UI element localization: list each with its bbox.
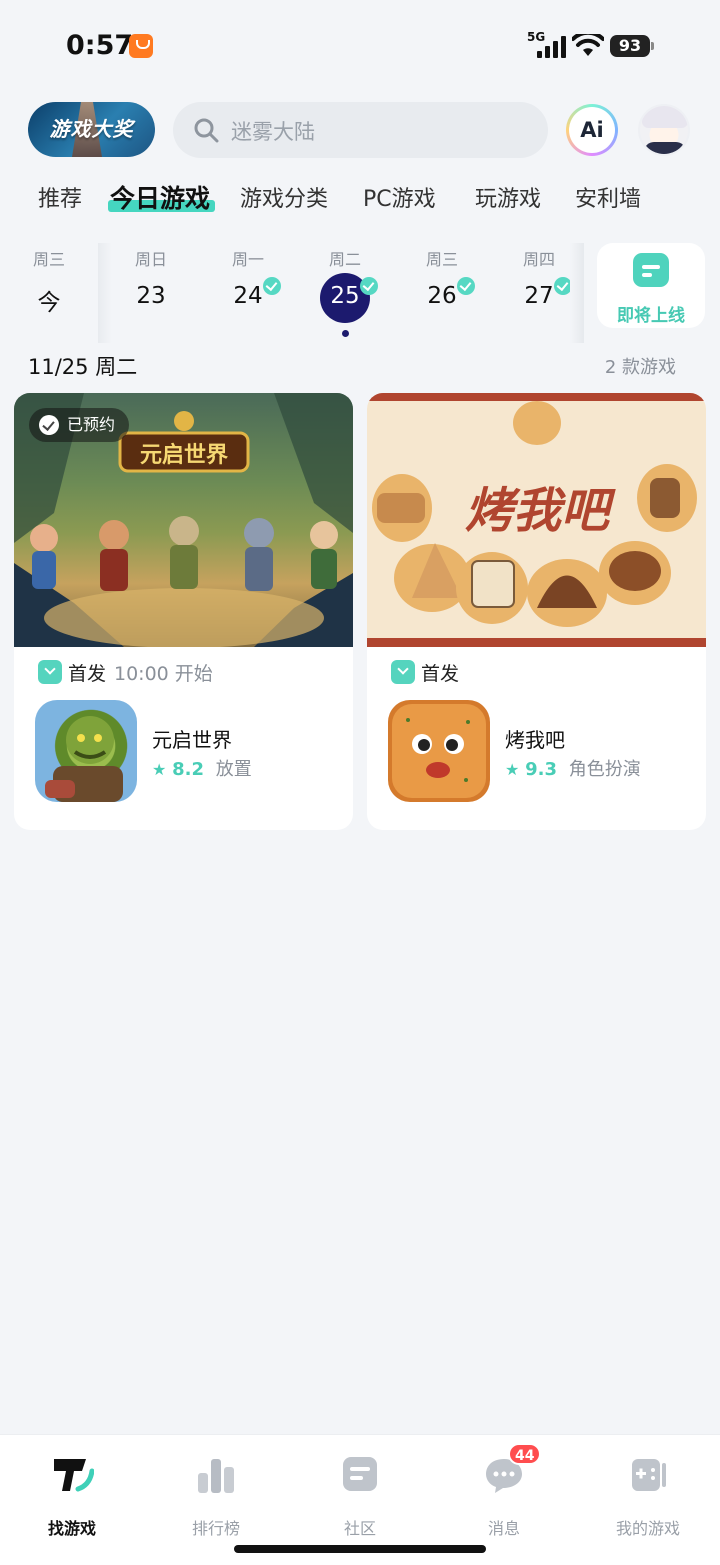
calendar-day-25[interactable]: 周二 25 [305, 243, 385, 343]
calendar-weekday: 周三 [32, 250, 65, 269]
unread-badge: 44 [508, 1443, 542, 1465]
banner-game-title: 元启世界 [139, 443, 228, 468]
check-icon [457, 277, 475, 295]
search-placeholder: 迷雾大陆 [231, 120, 315, 144]
game-icon[interactable] [388, 700, 490, 802]
tab-today-games[interactable]: 今日游戏 [110, 179, 210, 215]
selected-date-heading: 11/25 周二 [28, 355, 138, 379]
game-awards-banner[interactable]: 游戏大奖 [28, 102, 155, 157]
game-icon[interactable] [35, 700, 137, 802]
tab-pc-games[interactable]: PC游戏 [363, 181, 436, 213]
star-icon: ★ [505, 760, 520, 779]
selected-dot-indicator [342, 330, 349, 337]
calendar-weekday: 周四 [522, 250, 555, 269]
game-name[interactable]: 元启世界 [152, 724, 232, 753]
first-release-label: 首发 [421, 663, 460, 685]
my-games-icon [632, 1459, 666, 1491]
game-rating: ★ 9.3 角色扮演 [505, 755, 641, 781]
search-icon [194, 118, 219, 143]
first-release-label: 首发 [68, 663, 107, 685]
upcoming-releases-button[interactable]: 即将上线 [597, 243, 705, 328]
reserved-badge: 已预约 [29, 408, 130, 442]
banner-game-title: 烤我吧 [464, 483, 609, 539]
signal-icon [537, 36, 567, 58]
ai-assistant-button[interactable]: Ai [566, 104, 618, 156]
game-genre: 放置 [215, 759, 252, 780]
tab-recommendation-wall[interactable]: 安利墙 [575, 181, 641, 213]
game-banner-image[interactable]: 烤我吧 [367, 393, 706, 647]
rating-value: 8.2 [172, 759, 204, 780]
calendar-day-23[interactable]: 周日 23 [111, 243, 191, 343]
download-icon [391, 660, 415, 684]
calendar-divider [98, 243, 112, 343]
community-icon [343, 1457, 377, 1491]
wifi-icon [572, 34, 604, 56]
calendar-day-today: 周三 今 [9, 243, 89, 343]
calendar-day-27[interactable]: 周四 27 [499, 243, 579, 343]
calendar-weekday: 周一 [231, 250, 264, 269]
ranking-icon [198, 1459, 234, 1493]
game-genre: 角色扮演 [568, 759, 641, 780]
find-games-icon [54, 1459, 94, 1492]
game-count: 2 款游戏 [604, 357, 676, 378]
nav-ranking[interactable]: 排行榜 [144, 1445, 288, 1538]
calendar-weekday: 周三 [425, 250, 458, 269]
game-banner-image[interactable]: 已预约 元启世界 [14, 393, 353, 647]
calendar-day-26[interactable]: 周三 26 [402, 243, 482, 343]
calendar-day-24[interactable]: 周一 24 [208, 243, 288, 343]
ai-label: Ai [569, 107, 615, 153]
status-bar: 0:57 5G 93 [0, 0, 720, 92]
tab-recommended[interactable]: 推荐 [38, 181, 82, 213]
category-tabs: 推荐 今日游戏 游戏分类 PC游戏 玩游戏 安利墙 [0, 181, 720, 221]
nav-label: 找游戏 [47, 1519, 96, 1538]
cracker-face-icon [392, 704, 486, 798]
game-awards-label: 游戏大奖 [49, 117, 134, 141]
game-card[interactable]: 烤我吧 首发 烤我吧 ★ 9.3 角色扮演 [367, 393, 706, 830]
tab-play-games[interactable]: 玩游戏 [475, 181, 541, 213]
nav-label: 排行榜 [191, 1519, 240, 1538]
heart-check-icon [39, 415, 59, 435]
calendar-today[interactable]: 周三 今 [0, 243, 98, 343]
battery-indicator: 93 [610, 35, 654, 57]
star-icon: ★ [152, 760, 167, 779]
shopping-app-notification-icon [129, 34, 153, 58]
home-indicator[interactable] [234, 1545, 486, 1553]
nav-label: 社区 [343, 1519, 376, 1538]
calendar-weekday: 周二 [328, 250, 361, 269]
check-icon [263, 277, 281, 295]
game-name[interactable]: 烤我吧 [505, 724, 565, 753]
calendar-date: 23 [136, 283, 166, 309]
upcoming-label: 即将上线 [617, 306, 685, 326]
nav-my-games[interactable]: 我的游戏 [576, 1445, 720, 1538]
release-time: 10:00 开始 [114, 663, 213, 685]
reserved-label: 已预约 [67, 415, 116, 434]
clock: 0:57 [66, 30, 134, 61]
nav-label: 消息 [487, 1519, 520, 1538]
user-avatar[interactable] [638, 104, 690, 156]
download-icon [38, 660, 62, 684]
calendar-weekday: 周日 [134, 250, 167, 269]
calendar-icon [633, 253, 669, 287]
tab-game-categories[interactable]: 游戏分类 [240, 181, 328, 213]
game-card[interactable]: 已预约 元启世界 首发 10:00 开始 元启世界 ★ 8.2 放置 [14, 393, 353, 830]
nav-messages[interactable]: 44 消息 [432, 1443, 576, 1538]
search-input[interactable]: 迷雾大陆 [173, 102, 548, 158]
orc-character-icon [45, 716, 123, 802]
calendar-date: 今 [37, 290, 61, 316]
game-rating: ★ 8.2 放置 [152, 755, 252, 781]
nav-find-games[interactable]: 找游戏 [0, 1445, 144, 1538]
nav-label: 我的游戏 [615, 1519, 680, 1538]
calendar-divider [570, 243, 584, 343]
calendar-date: 25 [330, 283, 360, 309]
rating-value: 9.3 [525, 759, 557, 780]
nav-community[interactable]: 社区 [288, 1445, 432, 1538]
